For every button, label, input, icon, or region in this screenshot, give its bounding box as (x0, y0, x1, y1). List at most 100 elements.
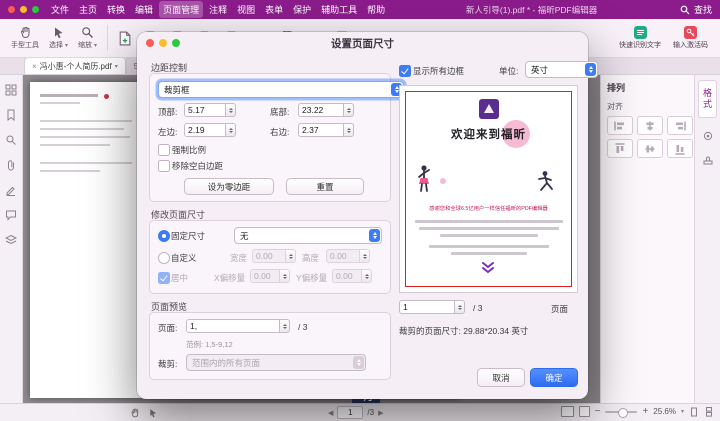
hand-tool-button[interactable]: 手型工具 (6, 25, 44, 51)
align-bottom-icon[interactable] (667, 139, 693, 158)
signature-panel-icon[interactable] (5, 184, 17, 196)
custom-size-radio[interactable] (158, 252, 170, 264)
cursor-icon (52, 26, 65, 39)
top-margin-field[interactable]: 5.17 (184, 103, 236, 117)
magnifier-icon (81, 26, 94, 39)
align-top-icon[interactable] (607, 139, 633, 158)
activation-code-label: 输入激活码 (673, 40, 708, 50)
thumbnails-panel-icon[interactable] (5, 84, 17, 96)
page-range-field[interactable]: 1, (186, 319, 290, 333)
next-page-icon[interactable]: ▶ (378, 409, 383, 417)
hand-tool-status-icon[interactable] (130, 408, 140, 418)
zoom-level[interactable]: 25.6% (653, 407, 676, 416)
preview-page-field[interactable]: 1 (399, 300, 465, 314)
search-icon[interactable] (680, 5, 690, 15)
fixed-size-select[interactable]: 无 (234, 227, 382, 244)
bottom-margin-field[interactable]: 23.22 (298, 103, 354, 117)
activation-code-button[interactable]: 输入激活码 (673, 26, 708, 50)
align-right-icon[interactable] (667, 116, 693, 135)
select-tool-button[interactable]: 选择▾ (44, 25, 73, 51)
current-page-field[interactable]: 1 (337, 406, 363, 419)
layers-panel-icon[interactable] (5, 234, 17, 246)
stepper-icon[interactable] (280, 319, 290, 333)
insert-pages-icon[interactable] (115, 26, 133, 50)
page-preview[interactable]: 欢迎来到福昕 感谢您和全球6.5亿用户一样信任福昕的PDF编辑器 (399, 85, 578, 293)
menu-accessibility[interactable]: 辅助工具 (317, 1, 361, 18)
previous-page-icon[interactable]: ◀ (328, 409, 333, 417)
find-label[interactable]: 查找 (694, 3, 712, 16)
box-type-select[interactable]: 裁剪框 (158, 81, 404, 98)
fit-page-icon[interactable] (561, 406, 574, 417)
properties-icon[interactable] (702, 130, 714, 142)
stepper-icon[interactable] (226, 123, 236, 137)
unit-select[interactable]: 英寸 (525, 61, 598, 78)
menu-form[interactable]: 表单 (261, 1, 287, 18)
remove-white-margins-checkbox[interactable] (158, 160, 170, 172)
maximize-window-icon[interactable] (32, 6, 39, 13)
quick-ocr-button[interactable]: 快速识别文字 (619, 26, 661, 50)
single-page-view-icon[interactable] (689, 407, 699, 417)
fixed-size-radio[interactable] (158, 230, 170, 242)
menu-protect[interactable]: 保护 (289, 1, 315, 18)
menu-help[interactable]: 帮助 (363, 1, 389, 18)
ok-button[interactable]: 确定 (530, 368, 578, 387)
close-tab-icon[interactable]: × (32, 62, 37, 71)
minimize-window-icon[interactable] (20, 6, 27, 13)
zoom-tool-button[interactable]: 缩放▾ (73, 25, 102, 51)
remove-white-margins-label: 移除空白边距 (172, 160, 223, 172)
dropdown-stepper-icon (585, 63, 596, 76)
select-tool-status-icon[interactable] (148, 408, 158, 418)
fit-width-icon[interactable] (579, 406, 590, 417)
menu-page-management[interactable]: 页面管理 (159, 1, 203, 18)
menu-view[interactable]: 视图 (233, 1, 259, 18)
zoom-slider[interactable] (605, 411, 637, 413)
stepper-icon[interactable] (344, 103, 354, 117)
right-margin-field[interactable]: 2.37 (298, 123, 354, 137)
tab-format[interactable]: 格式 (698, 80, 717, 118)
bookmark-panel-icon[interactable] (5, 109, 17, 121)
close-window-icon[interactable] (8, 6, 15, 13)
top-margin-label: 顶部: (158, 106, 177, 118)
y-offset-label: Y偏移量 (296, 272, 327, 284)
x-offset-label: X偏移量 (214, 272, 245, 284)
unit-label: 单位: (499, 65, 518, 77)
search-panel-icon[interactable] (5, 134, 17, 146)
stepper-icon[interactable] (226, 103, 236, 117)
arrange-section-title: 排列 (607, 81, 702, 94)
document-tab-label: 冯小惠-个人简历.pdf (40, 61, 112, 72)
constrain-checkbox[interactable] (158, 144, 170, 156)
height-label: 高度 (302, 252, 319, 264)
left-margin-field[interactable]: 2.19 (184, 123, 236, 137)
reset-button[interactable]: 重置 (286, 178, 364, 195)
menu-convert[interactable]: 转换 (103, 1, 129, 18)
stepper-icon[interactable] (344, 123, 354, 137)
crop-scope-value: 范围内的所有页面 (192, 357, 260, 369)
toolbar-separator (107, 25, 108, 51)
zero-margins-button[interactable]: 设为零边距 (184, 178, 274, 195)
center-checkbox (158, 272, 170, 284)
cancel-button[interactable]: 取消 (477, 368, 525, 387)
align-middle-icon[interactable] (637, 139, 663, 158)
zoom-out-icon[interactable]: − (595, 406, 601, 417)
illustration-person-left (416, 164, 432, 192)
hand-icon (19, 26, 32, 39)
greeked-text-line (419, 227, 559, 230)
menu-edit[interactable]: 编辑 (131, 1, 157, 18)
zoom-slider-knob[interactable] (618, 408, 628, 418)
stamp-icon[interactable] (702, 154, 714, 166)
chevron-down-icon[interactable]: ▾ (681, 408, 684, 415)
stepper-icon[interactable] (455, 300, 465, 314)
attachment-panel-icon[interactable] (5, 159, 17, 171)
comments-panel-icon[interactable] (5, 209, 17, 221)
align-center-icon[interactable] (637, 116, 663, 135)
menu-comment[interactable]: 注释 (205, 1, 231, 18)
statusbar: ◀ 1 /3 ▶ − + 25.6% ▾ (0, 403, 720, 421)
continuous-view-icon[interactable] (704, 407, 714, 417)
show-all-borders-checkbox[interactable] (399, 65, 411, 77)
document-tab-active[interactable]: × 冯小惠-个人简历.pdf ▾ (24, 57, 126, 74)
menu-file[interactable]: 文件 (47, 1, 73, 18)
align-left-icon[interactable] (607, 116, 633, 135)
zoom-in-icon[interactable]: + (642, 406, 648, 417)
greeked-text-line (451, 252, 527, 255)
menu-home[interactable]: 主页 (75, 1, 101, 18)
